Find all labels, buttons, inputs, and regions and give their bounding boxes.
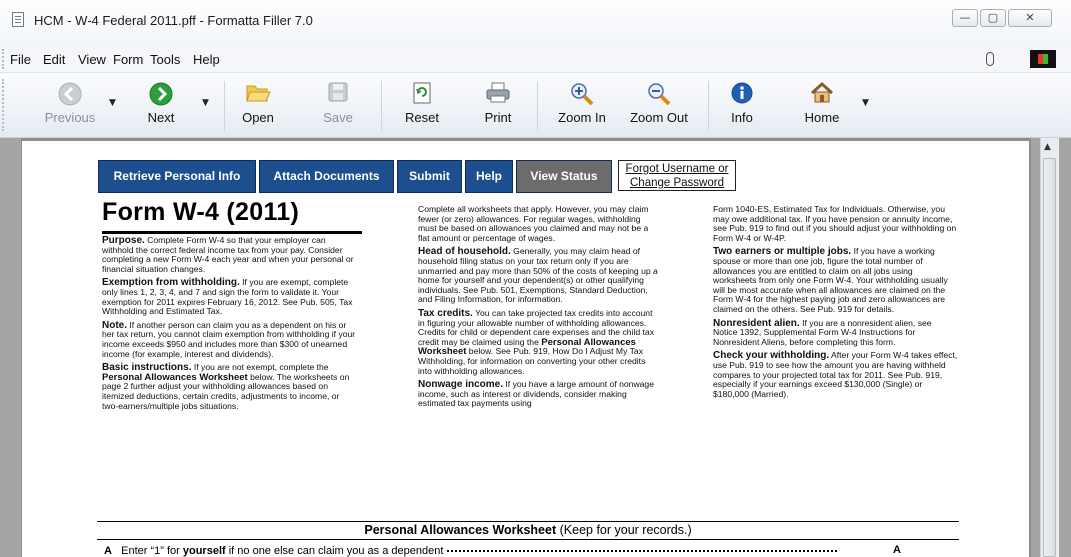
note-paragraph: Note. If another person can claim you as…	[102, 319, 356, 359]
worksheet-divider	[97, 521, 959, 522]
forgot-line-1: Forgot Username or	[625, 163, 729, 175]
title-bar[interactable]: HCM - W-4 Federal 2011.pff - Formatta Fi…	[0, 0, 1071, 46]
check-withholding-paragraph: Check your withholding. After your Form …	[713, 350, 958, 399]
nonwage-income-paragraph: Nonwage income. If you have a large amou…	[418, 379, 654, 409]
reset-button[interactable]: Reset	[394, 73, 450, 137]
forgot-username-link[interactable]: Forgot Username or Change Password	[618, 160, 736, 191]
exemption-paragraph: Exemption from withholding. If you are e…	[102, 277, 353, 317]
view-status-button[interactable]: View Status	[516, 160, 612, 193]
title-underline	[102, 231, 362, 234]
two-earners-paragraph: Two earners or multiple jobs. If you hav…	[713, 246, 948, 314]
menu-grip	[2, 49, 7, 69]
purpose-paragraph: Purpose. Complete Form W-4 so that your …	[102, 235, 354, 274]
previous-arrow-icon	[58, 82, 82, 106]
home-icon	[810, 81, 834, 103]
print-button[interactable]: Print	[472, 73, 524, 137]
maximize-button[interactable]: ▢	[980, 9, 1006, 27]
menu-form[interactable]: Form	[113, 52, 143, 67]
toolbar-separator	[224, 81, 225, 131]
menu-view[interactable]: View	[78, 52, 106, 67]
toolbar-separator	[381, 81, 382, 131]
toolbar: Previous ▼ Next ▼ Open Save Reset Print …	[0, 73, 1071, 138]
instructions-column-3: Form 1040-ES, Estimated Tax for Individu…	[713, 204, 958, 403]
info-icon	[731, 82, 753, 104]
next-dropdown-icon[interactable]: ▼	[202, 98, 209, 108]
next-arrow-icon	[149, 82, 173, 106]
minimize-button[interactable]: —	[952, 9, 978, 27]
basic-instructions-paragraph: Basic instructions. If you are not exemp…	[102, 362, 350, 411]
save-button[interactable]: Save	[310, 73, 366, 137]
home-button[interactable]: Home	[796, 73, 848, 137]
zoom-out-icon	[648, 83, 671, 106]
menu-tools[interactable]: Tools	[150, 52, 180, 67]
toolbar-separator	[708, 81, 709, 131]
instructions-column-1: Purpose. Complete Form W-4 so that your …	[102, 235, 357, 415]
vertical-scrollbar[interactable]: ▲	[1040, 138, 1059, 557]
window-title: HCM - W-4 Federal 2011.pff - Formatta Fi…	[34, 13, 313, 28]
retrieve-personal-info-button[interactable]: Retrieve Personal Info	[98, 160, 256, 193]
menu-file[interactable]: File	[10, 52, 31, 67]
close-button[interactable]: ✕	[1008, 9, 1052, 27]
attach-documents-button[interactable]: Attach Documents	[259, 160, 394, 193]
line-a-field-label: A	[893, 544, 901, 556]
submit-button[interactable]: Submit	[397, 160, 462, 193]
estimated-tax-paragraph: Form 1040-ES, Estimated Tax for Individu…	[713, 204, 957, 243]
nonresident-alien-paragraph: Nonresident alien. If you are a nonresid…	[713, 317, 932, 347]
leader-dots	[447, 550, 838, 552]
tax-credits-paragraph: Tax credits. You can take projected tax …	[418, 307, 654, 376]
form-title: Form W-4 (2011)	[102, 198, 300, 226]
toolbar-grip	[2, 79, 7, 131]
worksheet-divider	[97, 539, 959, 540]
menu-edit[interactable]: Edit	[43, 52, 65, 67]
home-dropdown-icon[interactable]: ▼	[862, 98, 869, 108]
zoom-in-icon	[571, 83, 594, 106]
zoom-in-button[interactable]: Zoom In	[548, 73, 616, 137]
floppy-disk-icon	[328, 82, 348, 102]
windows-logo-icon	[1030, 50, 1056, 68]
reset-icon	[413, 82, 431, 104]
worksheet-intro-paragraph: Complete all worksheets that apply. Howe…	[418, 204, 649, 243]
document-icon	[12, 12, 24, 27]
zoom-out-button[interactable]: Zoom Out	[624, 73, 694, 137]
info-button[interactable]: Info	[716, 73, 768, 137]
menu-help[interactable]: Help	[193, 52, 220, 67]
menu-bar: File Edit View Form Tools Help	[0, 46, 1071, 73]
head-of-household-paragraph: Head of household. Generally, you may cl…	[418, 246, 658, 305]
worksheet-line-a: A Enter “1” for yourself if no one else …	[104, 545, 838, 557]
paperclip-icon[interactable]	[986, 52, 994, 66]
worksheet-title: Personal Allowances Worksheet (Keep for …	[364, 523, 692, 537]
application-window: HCM - W-4 Federal 2011.pff - Formatta Fi…	[0, 0, 1071, 557]
help-button[interactable]: Help	[465, 160, 513, 193]
open-button[interactable]: Open	[230, 73, 286, 137]
printer-icon	[486, 82, 510, 103]
forgot-line-2: Change Password	[630, 177, 724, 189]
previous-dropdown-icon[interactable]: ▼	[109, 98, 116, 108]
toolbar-separator	[537, 81, 538, 131]
previous-button[interactable]: Previous	[38, 73, 102, 137]
next-button[interactable]: Next	[132, 73, 190, 137]
instructions-column-2: Complete all worksheets that apply. Howe…	[418, 204, 658, 413]
scroll-up-icon[interactable]: ▲	[1044, 142, 1051, 152]
scrollbar-thumb[interactable]	[1043, 158, 1056, 557]
folder-icon	[246, 85, 271, 102]
